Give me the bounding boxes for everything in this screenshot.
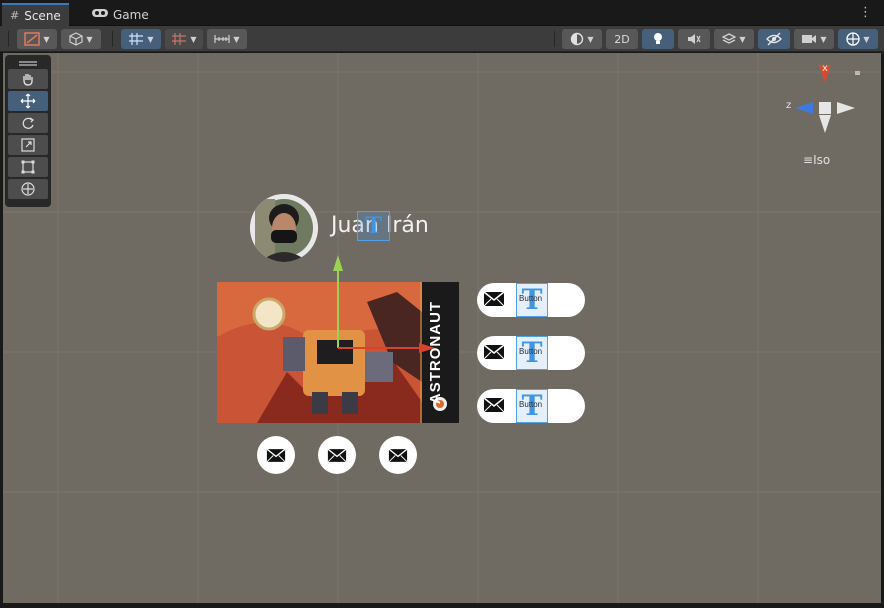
scene-visibility-toggle[interactable]: [758, 29, 790, 49]
globe-icon: [846, 32, 861, 46]
hand-icon: [23, 74, 33, 86]
audio-toggle[interactable]: [678, 29, 710, 49]
text-gizmo-icon[interactable]: T: [357, 211, 390, 241]
camera-icon: [802, 35, 817, 43]
tab-game[interactable]: Game: [84, 3, 157, 26]
chevron-down-icon: ▼: [863, 34, 870, 44]
layers-icon: [722, 33, 737, 44]
render-mode-dropdown[interactable]: ▼: [562, 29, 602, 49]
button-label: Button: [519, 347, 543, 356]
increment-snap-dropdown[interactable]: ▼: [165, 29, 203, 49]
mail-button-1[interactable]: T Button: [477, 283, 585, 317]
button-label: Button: [519, 400, 543, 409]
ruler-dropdown[interactable]: ▼: [207, 29, 247, 49]
button-label: Button: [519, 294, 543, 303]
lighting-toggle[interactable]: [642, 29, 674, 49]
tab-scene-label: Scene: [24, 8, 61, 23]
mail-icon: [483, 291, 505, 307]
scene-toolbar: ▼ ▼ ▼ ▼ ▼ ▼ 2D ▼ ▼ ▼: [0, 26, 884, 52]
ruler-icon: [214, 35, 231, 43]
rotate-tool-button[interactable]: [8, 113, 48, 133]
scale-icon: [21, 138, 35, 152]
eye-off-icon: [766, 32, 782, 46]
mail-icon-button-1[interactable]: [257, 436, 295, 474]
mail-icon: [483, 344, 505, 360]
chevron-down-icon: ▼: [739, 34, 746, 44]
palette-drag-handle[interactable]: [7, 57, 49, 67]
more-menu-icon[interactable]: ⋮: [859, 5, 872, 20]
cube-icon: [69, 32, 84, 46]
gizmo-z-arrow: [795, 102, 813, 114]
move-tool-button[interactable]: [8, 91, 48, 111]
toolbar-divider: [554, 31, 555, 47]
move-handle-y-arrow: [333, 255, 343, 271]
scale-tool-button[interactable]: [8, 135, 48, 155]
unity-scene-window: # Scene Game ⋮ ▼ ▼ ▼ ▼ ▼ ▼ 2D ▼ ▼ ▼ x z …: [0, 0, 884, 608]
rect-tool-button[interactable]: [8, 157, 48, 177]
mail-icon-button-2[interactable]: [318, 436, 356, 474]
toolbar-divider: [112, 31, 113, 47]
avatar[interactable]: [250, 194, 318, 262]
draw-mode-dropdown[interactable]: ▼: [17, 29, 57, 49]
rotate-icon: [22, 117, 35, 129]
chevron-down-icon: ▼: [233, 34, 240, 44]
chevron-down-icon: ▼: [86, 34, 93, 44]
camera-dropdown[interactable]: ▼: [794, 29, 834, 49]
move-icon: [20, 93, 36, 109]
grid-snap-dropdown[interactable]: ▼: [121, 29, 161, 49]
chevron-down-icon: ▼: [190, 34, 197, 44]
toggle-2d-button[interactable]: 2D: [606, 29, 638, 49]
menu-icon: ≡: [803, 153, 814, 167]
sphere-icon: [571, 32, 584, 46]
gizmo-x-label: x: [822, 63, 828, 74]
gizmo-center-cube: [819, 102, 831, 114]
effects-dropdown[interactable]: ▼: [714, 29, 754, 49]
gizmo-z-label: z: [786, 100, 792, 111]
chevron-down-icon: ▼: [147, 34, 154, 44]
gizmos-dropdown[interactable]: ▼: [838, 29, 878, 49]
mail-icon: [388, 448, 408, 462]
mute-icon: [688, 34, 701, 44]
grid-snap-icon: [129, 33, 144, 45]
mail-icon: [327, 448, 347, 462]
projection-label-text: Iso: [813, 153, 831, 167]
mail-icon-button-3[interactable]: [379, 436, 417, 474]
gizmo-neg-z-arrow: [837, 102, 855, 114]
scene-viewport[interactable]: x z ≡Iso Juan Irán T ASTRONAUT T Button …: [3, 53, 881, 603]
gamepad-icon: [92, 8, 108, 21]
chevron-down-icon: ▼: [587, 34, 594, 44]
shading-dropdown[interactable]: ▼: [61, 29, 101, 49]
chevron-down-icon: ▼: [43, 34, 50, 44]
tab-bar: # Scene Game ⋮: [0, 0, 884, 26]
grid-icon: #: [10, 9, 20, 22]
draw-mode-icon: [24, 32, 41, 46]
tab-scene[interactable]: # Scene: [2, 3, 69, 26]
mail-button-2[interactable]: T Button: [477, 336, 585, 370]
tool-palette: [5, 55, 51, 207]
move-handle-x-arrow: [419, 343, 435, 353]
increment-snap-icon: [172, 33, 187, 45]
lightbulb-icon: [654, 33, 662, 44]
gizmo-y-arrow: [819, 115, 831, 133]
projection-label[interactable]: ≡Iso: [803, 153, 830, 167]
toolbar-divider: [8, 31, 9, 47]
transform-tool-button[interactable]: [8, 179, 48, 199]
avatar-photo: [250, 194, 318, 262]
tab-game-label: Game: [113, 7, 149, 22]
mail-icon: [266, 448, 286, 462]
mail-icon: [483, 397, 505, 413]
rect-transform-icon: [21, 160, 35, 174]
chevron-down-icon: ▼: [820, 34, 827, 44]
hand-tool-button[interactable]: [8, 69, 48, 89]
toggle-2d-label: 2D: [614, 32, 630, 46]
transform-icon: [21, 182, 35, 196]
move-handle-gizmo[interactable]: [283, 253, 443, 373]
mail-button-3[interactable]: T Button: [477, 389, 585, 423]
